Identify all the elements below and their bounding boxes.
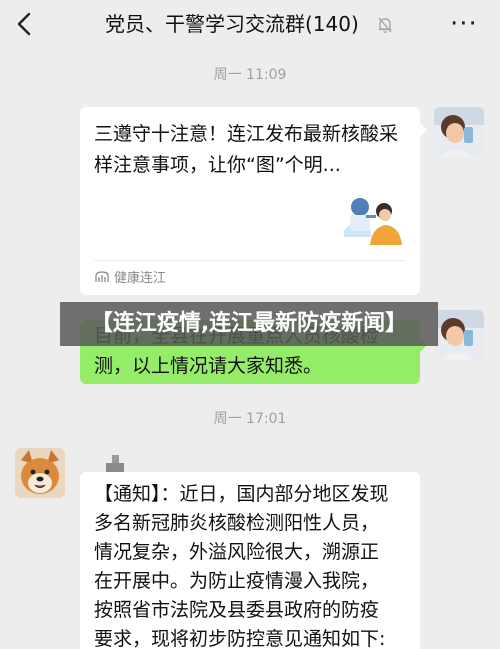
grip-icon xyxy=(104,455,126,473)
banner-title: 【连江疫情,连江最新防疫新闻】 xyxy=(90,311,408,336)
bubble-tail xyxy=(420,123,427,137)
notice-text: 【通知】：近日，国内部分地区发现 多名新冠肺炎核酸检测阳性人员， 情况复杂，外溢… xyxy=(94,483,389,649)
link-card-source-label: 健康连江 xyxy=(114,271,167,286)
message-bubble-incoming[interactable]: 【通知】：近日，国内部分地区发现 多名新冠肺炎核酸检测阳性人员， 情况复杂，外溢… xyxy=(80,472,420,649)
mini-program-icon xyxy=(94,270,110,284)
chat-header: 党员、干警学习交流群(140) ··· xyxy=(0,0,500,50)
avatar[interactable] xyxy=(15,448,65,498)
avatar[interactable] xyxy=(434,310,484,360)
link-card-title: 三遵守十注意！连江发布最新核酸采样注意事项，让你“图”个明... xyxy=(94,123,399,176)
timestamp: 周一 17:01 xyxy=(213,411,287,427)
avatar[interactable] xyxy=(434,107,484,157)
article-banner: 【连江疫情,连江最新防疫新闻】 xyxy=(60,302,438,346)
link-thumbnail xyxy=(338,187,408,249)
bell-muted-icon xyxy=(375,15,395,35)
chevron-left-icon[interactable] xyxy=(14,9,36,39)
link-card[interactable]: 三遵守十注意！连江发布最新核酸采样注意事项，让你“图”个明... 健康连江 xyxy=(80,107,420,295)
link-card-source: 健康连江 xyxy=(94,269,166,289)
divider xyxy=(94,260,406,261)
timestamp: 周一 11:09 xyxy=(213,67,287,83)
message-text-line: 测，以上情况请大家知悉。 xyxy=(94,355,323,377)
more-dots-icon[interactable]: ··· xyxy=(450,9,478,39)
chat-title: 党员、干警学习交流群(140) xyxy=(105,12,359,36)
